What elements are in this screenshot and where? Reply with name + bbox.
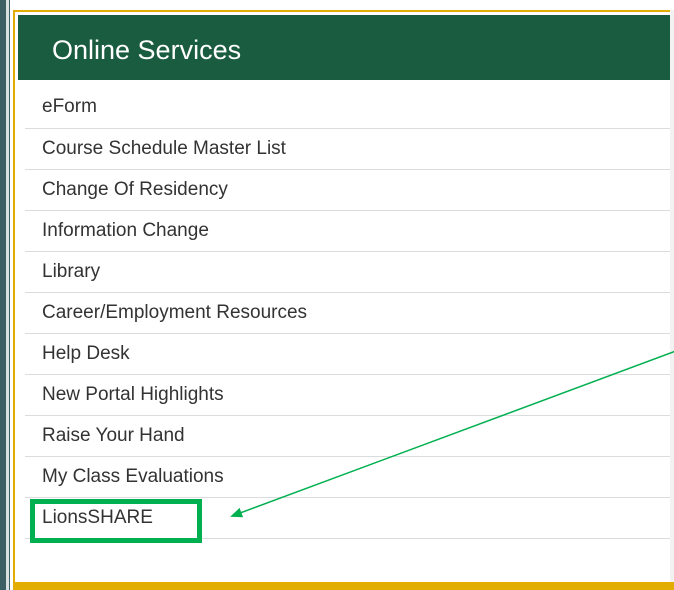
- service-link-library[interactable]: Library: [25, 252, 674, 293]
- service-link-my-class-evaluations[interactable]: My Class Evaluations: [25, 457, 674, 498]
- service-link-information-change[interactable]: Information Change: [25, 211, 674, 252]
- service-link-lionsshare[interactable]: LionsSHARE: [25, 498, 674, 539]
- service-link-new-portal-highlights[interactable]: New Portal Highlights: [25, 375, 674, 416]
- panel-bottom-bar: [13, 582, 674, 590]
- page-frame: Online Services eForm Course Schedule Ma…: [0, 0, 674, 590]
- panel-title: Online Services: [52, 35, 242, 65]
- online-services-panel: Online Services eForm Course Schedule Ma…: [13, 10, 674, 590]
- service-link-course-schedule-master-list[interactable]: Course Schedule Master List: [25, 129, 674, 170]
- right-edge: [670, 10, 674, 590]
- service-link-help-desk[interactable]: Help Desk: [25, 334, 674, 375]
- service-link-raise-your-hand[interactable]: Raise Your Hand: [25, 416, 674, 457]
- left-rail-highlight: [6, 0, 9, 590]
- service-link-career-employment-resources[interactable]: Career/Employment Resources: [25, 293, 674, 334]
- panel-header: Online Services: [15, 12, 674, 83]
- service-link-change-of-residency[interactable]: Change Of Residency: [25, 170, 674, 211]
- service-link-eform[interactable]: eForm: [25, 87, 674, 129]
- services-list: eForm Course Schedule Master List Change…: [25, 87, 674, 539]
